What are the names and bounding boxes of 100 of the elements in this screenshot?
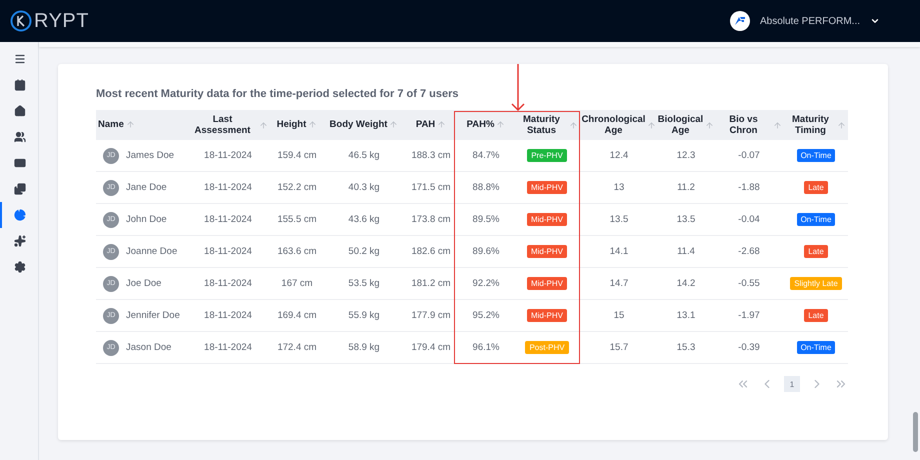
- timing-tag: On-Time: [796, 341, 836, 354]
- table-cell: 18-11-2024: [204, 150, 252, 161]
- timing-tag: Late: [804, 245, 828, 258]
- sort-icon[interactable]: [496, 120, 506, 130]
- annotation-arrow: [511, 64, 525, 112]
- sort-icon[interactable]: [647, 120, 656, 130]
- table-cell: -0.07: [738, 150, 760, 161]
- table-cell: -0.39: [738, 342, 760, 353]
- table-cell: 171.5 cm: [411, 182, 451, 193]
- table-cell: 84.7%: [472, 150, 500, 161]
- table-cell: 11.2: [677, 182, 695, 193]
- table-cell: 155.5 cm: [277, 214, 317, 225]
- table-cell: 152.2 cm: [277, 182, 317, 193]
- account-avatar-icon[interactable]: [730, 11, 750, 31]
- card-title: Most recent Maturity data for the time-period selected for 7 of 7 users: [96, 88, 460, 100]
- table-cell: 167 cm: [281, 278, 313, 289]
- table-cell: 18-11-2024: [204, 278, 252, 289]
- scrollbar-thumb[interactable]: [913, 412, 918, 452]
- table-cell: 11.4: [677, 246, 695, 257]
- table-cell: 181.2 cm: [411, 278, 451, 289]
- sort-icon[interactable]: [259, 120, 268, 130]
- table-cell: 177.9 cm: [411, 310, 451, 321]
- column-header[interactable]: PAH%: [466, 119, 494, 131]
- images-icon: [14, 183, 26, 195]
- table-cell: -1.97: [738, 310, 760, 321]
- sort-icon[interactable]: [569, 120, 578, 130]
- table-cell: 163.6 cm: [277, 246, 317, 257]
- table-cell: 14.1: [610, 246, 628, 257]
- table-cell: -2.68: [738, 246, 760, 257]
- settings-icon: [14, 261, 26, 273]
- table-cell: 18-11-2024: [204, 182, 252, 193]
- sort-icon[interactable]: [837, 120, 846, 130]
- table-cell: 15.3: [676, 342, 696, 353]
- table-cell: 12.4: [610, 150, 628, 161]
- table-cell: 18-11-2024: [204, 214, 252, 225]
- status-tag: Mid-PHV: [526, 277, 567, 290]
- caret-icon[interactable]: [870, 16, 880, 26]
- table-cell: 18-11-2024: [204, 342, 252, 353]
- table-cell: Jennifer Doe: [126, 310, 180, 321]
- table-cell: 14.7: [610, 278, 628, 289]
- column-header[interactable]: PAH: [416, 119, 436, 131]
- table-cell: Joanne Doe: [126, 246, 178, 257]
- table-cell: -0.04: [738, 214, 760, 225]
- card-icon: [14, 157, 26, 169]
- table-cell: 89.6%: [472, 246, 500, 257]
- sort-icon[interactable]: [773, 120, 782, 130]
- table-cell: -0.55: [738, 278, 760, 289]
- status-tag: Pre-PHV: [527, 149, 567, 162]
- timing-tag: On-Time: [796, 149, 836, 162]
- table-cell: 43.6 kg: [348, 214, 380, 225]
- table-cell: 188.3 cm: [411, 150, 451, 161]
- sort-icon[interactable]: [308, 120, 318, 130]
- logo-icon: [10, 10, 32, 32]
- table-cell: 13.5: [610, 214, 628, 225]
- table-cell: John Doe: [126, 214, 167, 225]
- table-cell: 96.1%: [472, 342, 500, 353]
- account-name[interactable]: Absolute PERFORM...: [760, 16, 860, 26]
- timing-tag: Late: [804, 309, 828, 322]
- table-cell: 13.5: [676, 214, 696, 225]
- sparkles-icon: [14, 235, 26, 247]
- logo-text: RYPT: [34, 10, 89, 32]
- calendar-icon: [14, 79, 26, 91]
- table-cell: 92.2%: [472, 278, 500, 289]
- table-cell: 88.8%: [472, 182, 500, 193]
- table-cell: 182.6 cm: [411, 246, 451, 257]
- status-tag: Mid-PHV: [526, 309, 567, 322]
- table-cell: 169.4 cm: [277, 310, 317, 321]
- users-icon: [14, 131, 26, 143]
- table-cell: 172.4 cm: [277, 342, 317, 353]
- page-button[interactable]: 1: [784, 376, 800, 392]
- status-tag: Mid-PHV: [526, 181, 567, 194]
- table-cell: 18-11-2024: [204, 246, 252, 257]
- table-cell: 12.3: [676, 150, 696, 161]
- table-cell: James Doe: [126, 150, 174, 161]
- table-cell: 159.4 cm: [277, 150, 317, 161]
- home-icon: [14, 105, 26, 117]
- sort-icon[interactable]: [389, 120, 398, 130]
- table-cell: 53.5 kg: [348, 278, 380, 289]
- table-cell: 15.7: [610, 342, 628, 353]
- timing-tag: Late: [804, 181, 828, 194]
- sort-icon[interactable]: [126, 120, 135, 130]
- table-cell: 14.2: [676, 278, 696, 289]
- timing-tag: On-Time: [796, 213, 836, 226]
- table-cell: 173.8 cm: [411, 214, 451, 225]
- table-cell: 18-11-2024: [204, 310, 252, 321]
- table-cell: 50.2 kg: [348, 246, 380, 257]
- table-cell: 55.9 kg: [348, 310, 380, 321]
- timing-tag: Slightly Late: [790, 277, 842, 290]
- table-cell: 15: [614, 310, 624, 321]
- table-cell: 13.1: [676, 310, 696, 321]
- table-cell: 58.9 kg: [348, 342, 380, 353]
- table-cell: 95.2%: [472, 310, 500, 321]
- table-cell: 13: [614, 182, 624, 193]
- table-cell: 179.4 cm: [411, 342, 451, 353]
- sort-icon[interactable]: [705, 120, 714, 130]
- table-cell: 40.3 kg: [348, 182, 380, 193]
- column-header[interactable]: Name: [98, 119, 124, 131]
- status-tag: Mid-PHV: [526, 245, 567, 258]
- sort-icon[interactable]: [437, 120, 446, 130]
- table-cell: Jason Doe: [126, 342, 172, 353]
